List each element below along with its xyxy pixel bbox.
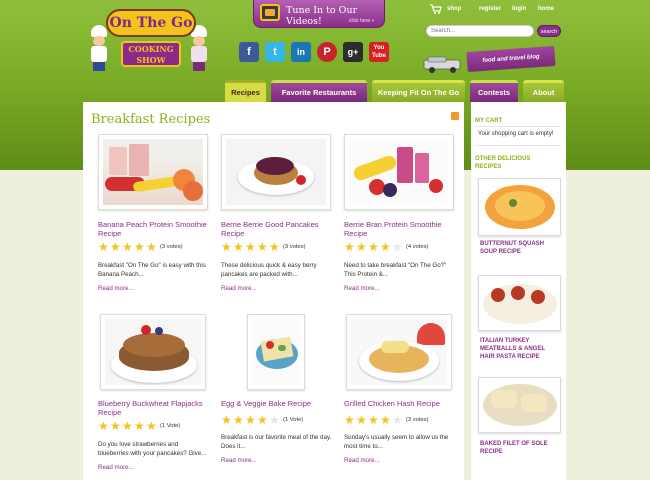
recipe-title[interactable]: Egg & Veggie Bake Recipe bbox=[221, 399, 336, 409]
vote-count: (1 Vote) bbox=[283, 417, 304, 423]
vote-count: (3 votes) bbox=[406, 417, 429, 423]
sidebar-recipe-image[interactable] bbox=[478, 178, 561, 236]
truck-icon bbox=[423, 56, 461, 73]
recipe-image[interactable] bbox=[346, 314, 452, 390]
tune-in-videos-banner[interactable]: Tune In to Our Videos! click here » bbox=[253, 0, 385, 28]
logo-title: On The Go bbox=[106, 9, 196, 37]
sidebar-recipe-image[interactable] bbox=[478, 377, 561, 433]
recipe-card: Egg & Veggie Bake Recipe ★★★★★ (1 Vote) … bbox=[221, 314, 338, 474]
recipe-image[interactable] bbox=[98, 134, 208, 210]
recipe-card: Blueberry Buckwheat Flapjacks Recipe ★★★… bbox=[98, 314, 215, 474]
sidebar-recipe-title[interactable]: BUTTERNUT SQUASH SOUP RECIPE bbox=[480, 240, 560, 256]
read-more-link[interactable]: Read more... bbox=[344, 285, 380, 292]
recipe-description: Sunday's usually seem to allow us the mo… bbox=[344, 434, 449, 450]
read-more-link[interactable]: Read more... bbox=[344, 457, 380, 464]
chef-left-illustration bbox=[88, 25, 110, 71]
recipe-description: Need to take breakfast "On The Go?" This… bbox=[344, 262, 447, 278]
recipe-title[interactable]: Blueberry Buckwheat Flapjacks Recipe bbox=[98, 399, 213, 417]
recipe-description: Do you love strawberries and blueberries… bbox=[98, 441, 207, 457]
sidebar-recipe-title[interactable]: ITALIAN TURKEY MEATBALLS & ANGEL HAIR PA… bbox=[480, 337, 560, 361]
star-rating[interactable]: ★★★★★ bbox=[221, 241, 281, 253]
facebook-icon[interactable]: f bbox=[239, 42, 259, 62]
twitter-icon[interactable]: t bbox=[265, 42, 285, 62]
click-here-link[interactable]: click here » bbox=[349, 18, 374, 24]
recipe-title[interactable]: Grilled Chicken Hash Recipe bbox=[344, 399, 459, 409]
recipe-card: Berrie Berrie Good Pancakes Recipe ★★★★★… bbox=[221, 134, 338, 294]
youtube-icon[interactable]: You Tube bbox=[369, 42, 389, 62]
recipe-card: Grilled Chicken Hash Recipe ★★★★★ (3 vot… bbox=[344, 314, 461, 474]
vote-count: (3 votes) bbox=[160, 244, 183, 250]
tab-about[interactable]: About bbox=[523, 80, 564, 102]
star-rating[interactable]: ★★★★★ bbox=[98, 420, 158, 432]
sidebar-recipe-title[interactable]: BAKED FILET OF SOLE RECIPE bbox=[480, 440, 560, 456]
rss-icon[interactable] bbox=[451, 112, 459, 120]
login-link[interactable]: login bbox=[512, 6, 526, 12]
read-more-link[interactable]: Read more... bbox=[221, 457, 257, 464]
star-rating[interactable]: ★★★★★ bbox=[98, 241, 158, 253]
recipe-card: Berrie Bran Protein Smoothie Recipe ★★★★… bbox=[344, 134, 461, 294]
recipe-description: Breakfast "On The Go" is easy with this … bbox=[98, 262, 206, 278]
recipe-card: Banana Peach Protein Smoothie Recipe ★★★… bbox=[98, 134, 215, 294]
tab-keeping-fit[interactable]: Keeping Fit On The Go bbox=[372, 80, 465, 102]
sidebar-recipe-image[interactable] bbox=[478, 275, 561, 331]
my-cart-heading: MY CART bbox=[475, 118, 503, 124]
divider bbox=[475, 145, 560, 146]
shop-link[interactable]: shop bbox=[447, 6, 461, 12]
home-link[interactable]: home bbox=[538, 6, 554, 12]
recipe-image[interactable] bbox=[221, 134, 331, 210]
read-more-link[interactable]: Read more... bbox=[98, 464, 134, 471]
recipe-description: Breakfast is our favorite meal of the da… bbox=[221, 434, 332, 450]
star-rating[interactable]: ★★★★★ bbox=[221, 414, 281, 426]
vote-count: (3 votes) bbox=[283, 244, 306, 250]
cart-empty-text: Your shopping cart is empty! bbox=[478, 131, 554, 137]
recipe-image[interactable] bbox=[344, 134, 454, 210]
cart-icon[interactable] bbox=[430, 4, 442, 14]
search-input[interactable] bbox=[426, 25, 534, 37]
other-recipes-heading: OTHER DELICIOUS RECIPES bbox=[475, 156, 531, 170]
search-button[interactable]: search bbox=[537, 25, 561, 37]
site-logo[interactable]: On The Go COOKING SHOW bbox=[88, 3, 213, 83]
linkedin-icon[interactable]: in bbox=[291, 42, 311, 62]
recipe-title[interactable]: Berrie Berrie Good Pancakes Recipe bbox=[221, 220, 336, 238]
star-rating[interactable]: ★★★★★ bbox=[344, 414, 404, 426]
tab-recipes[interactable]: Recipes bbox=[225, 80, 266, 102]
recipe-image[interactable] bbox=[100, 314, 206, 390]
vote-count: (1 Vote) bbox=[160, 423, 181, 429]
tv-icon bbox=[260, 4, 280, 21]
divider bbox=[475, 126, 560, 127]
page-title: Breakfast Recipes bbox=[91, 112, 211, 127]
tab-contests[interactable]: Contests bbox=[470, 80, 518, 102]
register-link[interactable]: register bbox=[479, 6, 501, 12]
googleplus-icon[interactable]: g+ bbox=[343, 42, 363, 62]
recipe-title[interactable]: Berrie Bran Protein Smoothie Recipe bbox=[344, 220, 459, 238]
recipe-description: These delicious quick & easy berry panca… bbox=[221, 262, 317, 278]
vote-count: (4 votes) bbox=[406, 244, 429, 250]
star-rating[interactable]: ★★★★★ bbox=[344, 241, 404, 253]
recipe-title[interactable]: Banana Peach Protein Smoothie Recipe bbox=[98, 220, 213, 238]
tab-favorite-restaurants[interactable]: Favorite Restaurants bbox=[271, 80, 367, 102]
recipe-image[interactable] bbox=[247, 314, 305, 390]
pinterest-icon[interactable]: P bbox=[317, 42, 337, 62]
read-more-link[interactable]: Read more... bbox=[221, 285, 257, 292]
logo-subtitle: COOKING SHOW bbox=[121, 41, 181, 67]
read-more-link[interactable]: Read more... bbox=[98, 285, 134, 292]
